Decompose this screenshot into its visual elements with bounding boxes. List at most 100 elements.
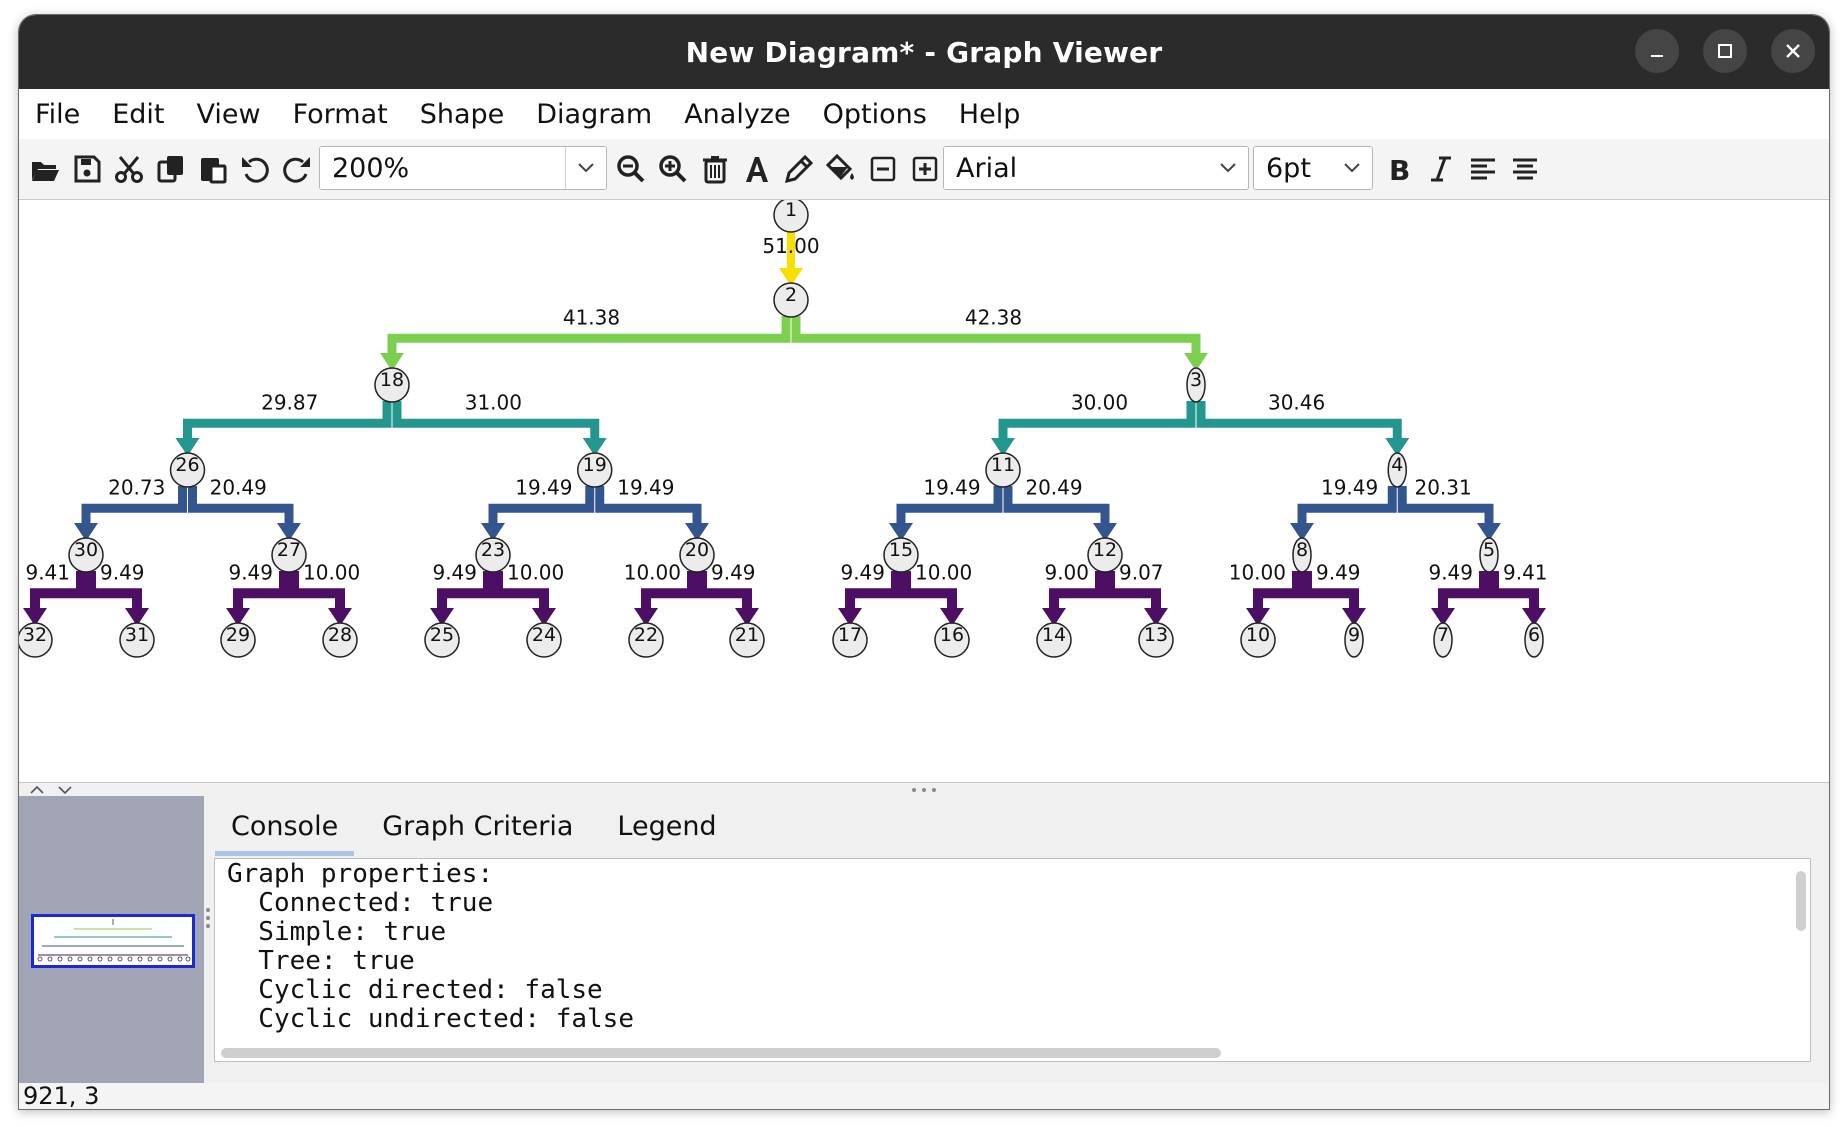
graph-node[interactable]: 21: [729, 622, 765, 658]
cut-icon: [115, 156, 143, 183]
edge-weight-label: 9.41: [1503, 560, 1548, 584]
align-left-button[interactable]: [1463, 147, 1503, 191]
graph-node[interactable]: 20: [679, 537, 715, 573]
edge-weight-label: 9.41: [25, 560, 70, 584]
graph-node[interactable]: 3: [1186, 367, 1206, 403]
zoom-out-button[interactable]: [611, 147, 651, 191]
open-button[interactable]: [25, 147, 65, 191]
fill-button[interactable]: [821, 147, 861, 191]
align-left-icon: [1471, 158, 1495, 180]
tab-graph-criteria[interactable]: Graph Criteria: [360, 796, 595, 856]
close-button[interactable]: [1771, 29, 1815, 73]
graph-node[interactable]: 19: [577, 452, 613, 488]
delete-icon: [703, 156, 727, 184]
node-label: 28: [328, 624, 352, 646]
undo-button[interactable]: [235, 147, 275, 191]
drag-handle-icon[interactable]: [909, 786, 939, 794]
graph-node[interactable]: 24: [526, 622, 562, 658]
graph-node[interactable]: 25: [424, 622, 460, 658]
pencil-button[interactable]: [779, 147, 819, 191]
menu-options[interactable]: Options: [823, 99, 927, 130]
chevron-down-icon: [1332, 147, 1372, 189]
overview-resize-handle-icon[interactable]: [205, 906, 211, 930]
redo-button[interactable]: [277, 147, 317, 191]
expand-button[interactable]: [905, 147, 945, 191]
graph-node[interactable]: 23: [475, 537, 511, 573]
menu-help[interactable]: Help: [959, 99, 1021, 130]
window-title: New Diagram* - Graph Viewer: [685, 35, 1163, 69]
minimize-icon: [1651, 55, 1663, 57]
align-center-button[interactable]: [1505, 147, 1545, 191]
bold-button[interactable]: B: [1379, 147, 1419, 191]
menu-shape[interactable]: Shape: [420, 99, 505, 130]
title-bar[interactable]: New Diagram* - Graph Viewer: [19, 15, 1829, 89]
graph-node[interactable]: 12: [1087, 537, 1123, 573]
menu-view[interactable]: View: [196, 99, 260, 130]
graph-node[interactable]: 17: [832, 622, 868, 658]
save-button[interactable]: [67, 147, 107, 191]
graph-node[interactable]: 15: [883, 537, 919, 573]
edge-weight-label: 9.07: [1119, 560, 1164, 584]
console-horizontal-scrollbar[interactable]: [221, 1048, 1221, 1058]
edge-weight-label: 19.49: [515, 475, 572, 499]
graph-node[interactable]: 27: [271, 537, 307, 573]
graph-node[interactable]: 2: [773, 282, 809, 318]
graph-node[interactable]: 9: [1344, 622, 1364, 658]
menu-file[interactable]: File: [35, 99, 80, 130]
edge-weight-label: 9.49: [432, 560, 477, 584]
cut-button[interactable]: [109, 147, 149, 191]
tab-console[interactable]: Console: [209, 796, 360, 856]
text-button[interactable]: [737, 147, 777, 191]
copy-button[interactable]: [151, 147, 191, 191]
graph-node[interactable]: 26: [169, 452, 206, 488]
console-vertical-scrollbar[interactable]: [1796, 871, 1806, 931]
graph-node[interactable]: 8: [1292, 537, 1312, 573]
font-size-select[interactable]: 6pt: [1253, 146, 1373, 190]
edge-weight-label: 9.00: [1044, 560, 1089, 584]
menu-analyze[interactable]: Analyze: [684, 99, 790, 130]
collapse-arrows-icon[interactable]: [29, 785, 73, 795]
overview-panel[interactable]: [19, 796, 210, 1083]
graph-node[interactable]: 13: [1138, 622, 1174, 658]
collapse-button[interactable]: [863, 147, 903, 191]
graph-node[interactable]: 22: [628, 622, 664, 658]
tab-legend[interactable]: Legend: [595, 796, 738, 856]
menu-edit[interactable]: Edit: [112, 99, 164, 130]
font-family-select[interactable]: Arial: [943, 146, 1249, 190]
edge-weight-label: 20.49: [1025, 475, 1082, 499]
graph-node[interactable]: 5: [1479, 537, 1499, 573]
diagram-canvas[interactable]: 51.00 41.38 42.38 29.87 31.00 30.00 30.46 20.73…: [19, 200, 1829, 782]
graph-node[interactable]: 29: [220, 622, 256, 658]
graph-node[interactable]: 10: [1240, 622, 1276, 658]
graph-node[interactable]: 16: [934, 622, 970, 658]
menu-format[interactable]: Format: [293, 99, 388, 130]
node-label: 22: [634, 624, 658, 646]
paste-button[interactable]: [193, 147, 233, 191]
overview-viewport[interactable]: [31, 914, 195, 968]
zoom-in-icon: [659, 155, 687, 183]
close-icon: [1786, 44, 1800, 58]
italic-button[interactable]: [1421, 147, 1461, 191]
graph-node[interactable]: 14: [1036, 622, 1072, 658]
console-output[interactable]: Graph properties: Connected: true Simple…: [214, 858, 1811, 1062]
graph-node[interactable]: 32: [19, 622, 53, 658]
graph-node[interactable]: 4: [1387, 452, 1407, 488]
maximize-button[interactable]: [1703, 29, 1747, 73]
graph-node[interactable]: 30: [68, 537, 104, 573]
minimize-button[interactable]: [1635, 29, 1679, 73]
edge-weight-label: 20.49: [210, 475, 267, 499]
menu-diagram[interactable]: Diagram: [536, 99, 652, 130]
graph-node[interactable]: 31: [119, 622, 155, 658]
node-label: 25: [430, 624, 454, 646]
graph-node[interactable]: 11: [985, 452, 1021, 488]
zoom-select[interactable]: 200%: [319, 146, 607, 190]
graph-node[interactable]: 28: [322, 622, 358, 658]
console-line: Cyclic directed: false: [227, 975, 603, 1005]
panel-splitter[interactable]: [19, 782, 1829, 797]
graph-node[interactable]: 7: [1433, 622, 1453, 658]
graph-node[interactable]: 6: [1524, 622, 1544, 658]
zoom-in-button[interactable]: [653, 147, 693, 191]
delete-button[interactable]: [695, 147, 735, 191]
graph-node[interactable]: 1: [773, 200, 809, 233]
graph-node[interactable]: 18: [374, 367, 410, 403]
